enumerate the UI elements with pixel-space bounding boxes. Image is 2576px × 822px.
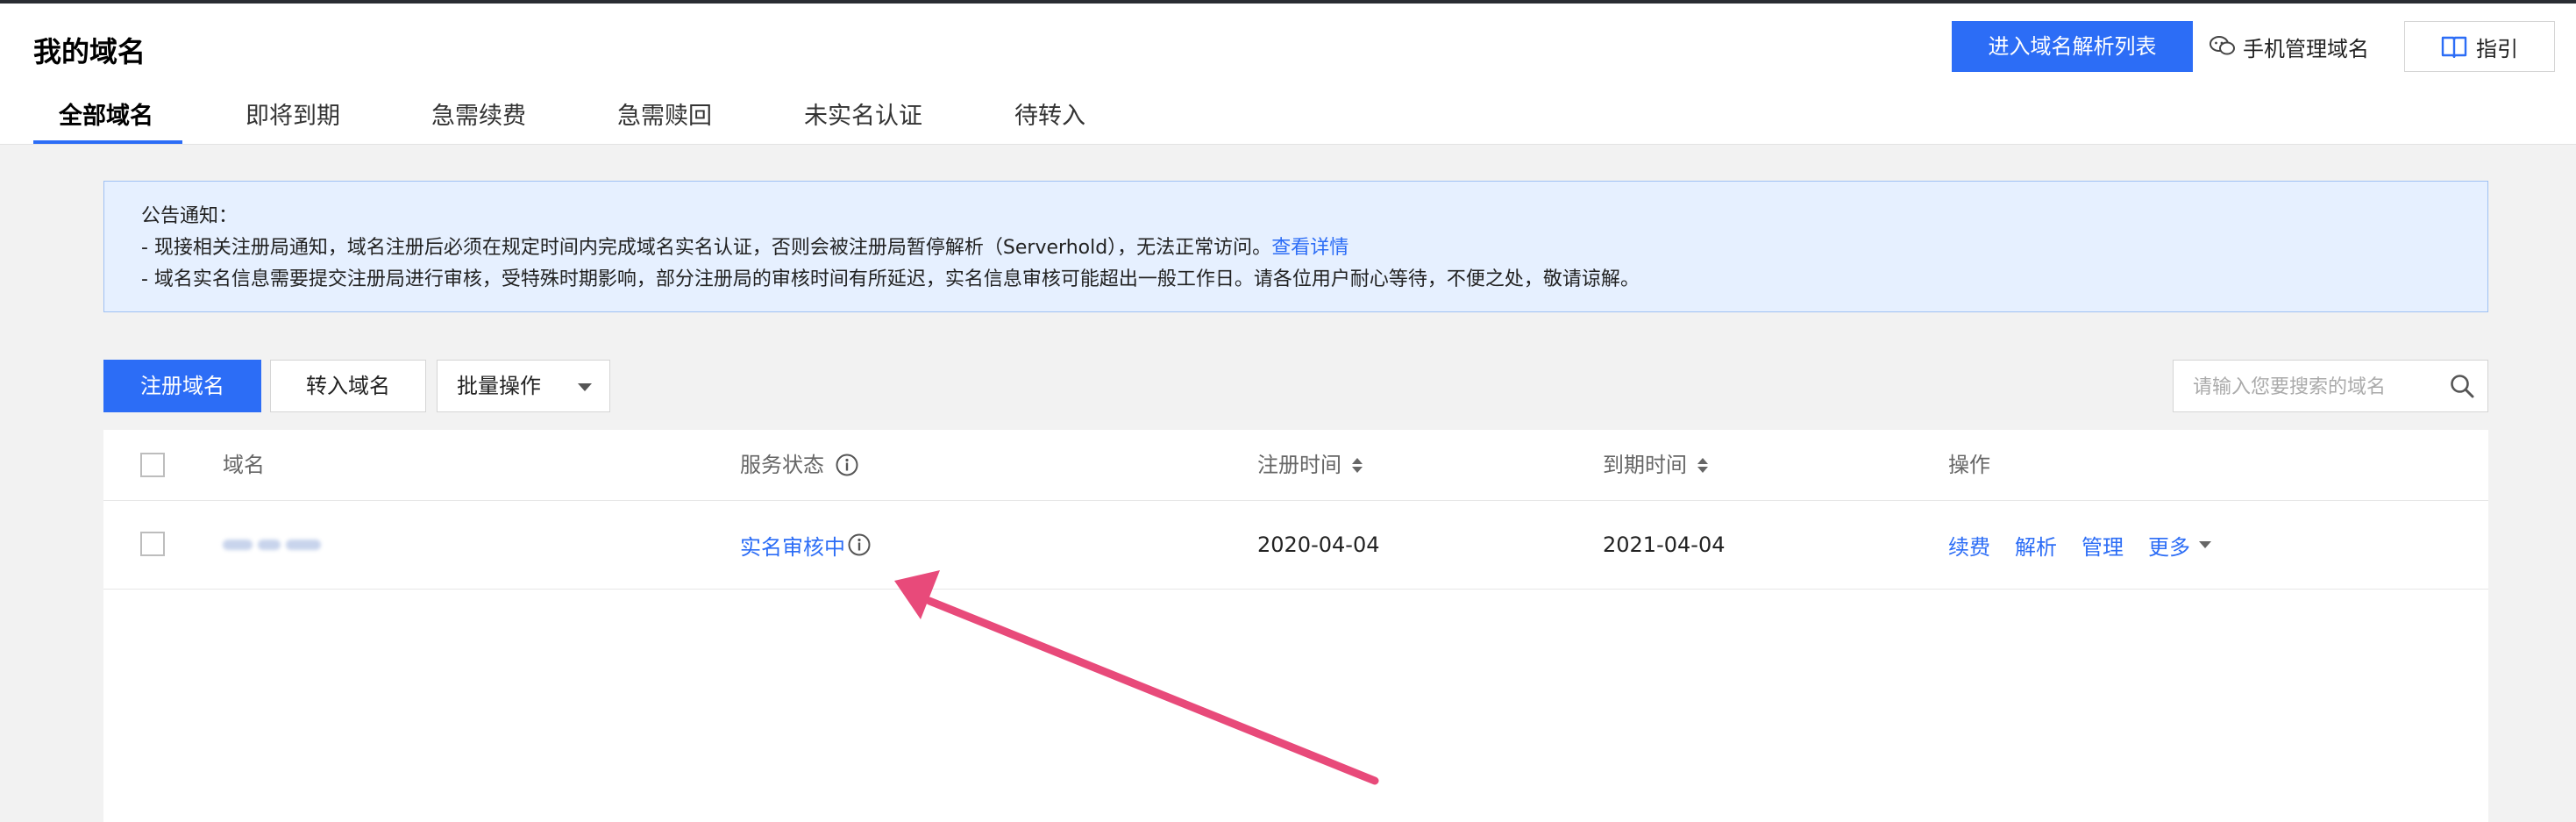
sort-icon[interactable] (1697, 457, 1708, 473)
tab-pending-transfer[interactable]: 待转入 (1014, 96, 1085, 144)
expire-time-cell: 2021-04-04 (1603, 533, 1726, 557)
tab-all-domains[interactable]: 全部域名 (59, 96, 153, 144)
more-dropdown[interactable]: 更多 (2148, 530, 2211, 561)
wechat-icon (2210, 36, 2235, 55)
column-expire-time-label: 到期时间 (1603, 453, 1687, 477)
register-time-cell: 2020-04-04 (1257, 533, 1380, 557)
column-register-time[interactable]: 注册时间 (1257, 430, 1363, 500)
page-header: 我的域名 进入域名解析列表 手机管理域名 指引 全部域名 即将到期 急需续费 急… (0, 4, 2576, 145)
view-details-link[interactable]: 查看详情 (1271, 237, 1348, 259)
column-domain: 域名 (223, 453, 265, 477)
column-expire-time[interactable]: 到期时间 (1603, 430, 1708, 500)
book-icon (2441, 36, 2467, 58)
mobile-manage-link[interactable]: 手机管理域名 (2210, 21, 2369, 72)
column-register-time-label: 注册时间 (1257, 453, 1341, 477)
row-checkbox[interactable] (140, 532, 165, 556)
caret-down-icon (578, 383, 592, 391)
info-icon[interactable] (847, 533, 872, 557)
dns-list-button[interactable]: 进入域名解析列表 (1952, 21, 2193, 72)
status-cell: 实名审核中 (740, 501, 872, 589)
search-input[interactable] (2174, 361, 2458, 413)
column-status-label: 服务状态 (740, 453, 824, 477)
announcement-notice: 公告通知： - 现接相关注册局通知，域名注册后必须在规定时间内完成域名实名认证，… (103, 181, 2488, 312)
blurred-domain-text (223, 540, 321, 550)
register-domain-button[interactable]: 注册域名 (103, 360, 261, 412)
info-icon[interactable] (835, 453, 859, 477)
renew-link[interactable]: 续费 (1948, 530, 1990, 561)
tab-renewal-urgent[interactable]: 急需续费 (431, 96, 526, 144)
more-label: 更多 (2148, 534, 2190, 560)
notice-line-2: - 域名实名信息需要提交注册局进行审核，受特殊时期影响，部分注册局的审核时间有所… (141, 268, 1640, 290)
domain-search (2173, 360, 2488, 413)
select-all-checkbox[interactable] (140, 453, 165, 477)
notice-line-1: - 现接相关注册局通知，域名注册后必须在规定时间内完成域名实名认证，否则会被注册… (141, 232, 2451, 264)
mobile-manage-label: 手机管理域名 (2243, 36, 2369, 61)
page-title: 我的域名 (33, 35, 146, 68)
caret-down-icon (2199, 541, 2211, 548)
domain-name-blurred[interactable] (223, 501, 321, 589)
domain-table: 域名 服务状态 注册时间 到期时间 操作 实名审核中 2020-04-04 20… (103, 430, 2488, 822)
tab-redeem-urgent[interactable]: 急需赎回 (617, 96, 712, 144)
guide-button[interactable]: 指引 (2404, 21, 2555, 72)
search-icon[interactable] (2449, 373, 2475, 403)
column-status: 服务状态 (740, 430, 859, 500)
batch-operation-select[interactable]: 批量操作 (437, 360, 610, 412)
tab-expiring-soon[interactable]: 即将到期 (246, 96, 340, 144)
active-tab-indicator (33, 140, 182, 144)
sort-icon[interactable] (1352, 457, 1363, 473)
transfer-domain-button[interactable]: 转入域名 (270, 360, 426, 412)
notice-line-1-text: - 现接相关注册局通知，域名注册后必须在规定时间内完成域名实名认证，否则会被注册… (141, 237, 1272, 259)
manage-link[interactable]: 管理 (2081, 530, 2124, 561)
table-header: 域名 服务状态 注册时间 到期时间 操作 (103, 430, 2488, 501)
notice-heading: 公告通知： (141, 205, 238, 227)
resolve-link[interactable]: 解析 (2015, 530, 2057, 561)
guide-label: 指引 (2476, 36, 2518, 61)
batch-operation-label: 批量操作 (457, 374, 541, 398)
status-link[interactable]: 实名审核中 (740, 530, 845, 561)
table-row: 实名审核中 2020-04-04 2021-04-04 续费 解析 管理 更多 (103, 501, 2488, 590)
actions-cell: 续费 解析 管理 更多 (1948, 501, 2211, 589)
tab-unverified[interactable]: 未实名认证 (804, 96, 922, 144)
column-actions: 操作 (1948, 453, 1990, 477)
